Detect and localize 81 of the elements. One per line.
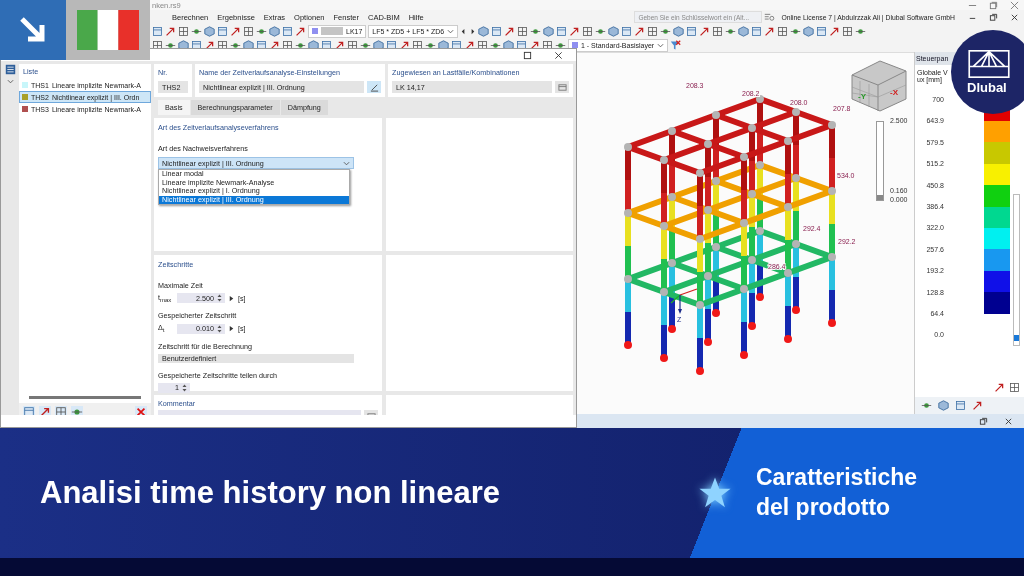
cube-face-label: -Y: [858, 92, 866, 101]
next-icon[interactable]: [469, 27, 477, 35]
spin-arrows-icon[interactable]: [217, 324, 222, 333]
chevron-down-icon: [6, 78, 14, 85]
filter-icon[interactable]: [670, 39, 682, 51]
window-icon[interactable]: [491, 25, 503, 37]
play-icon[interactable]: [228, 325, 235, 333]
window-icon[interactable]: [217, 25, 228, 37]
star-icon: [698, 476, 732, 510]
grid-icon[interactable]: [712, 25, 724, 37]
grid-icon[interactable]: [1009, 382, 1020, 393]
scrollbar[interactable]: [1013, 193, 1020, 346]
close-icon[interactable]: [554, 50, 563, 60]
grid-icon[interactable]: [178, 25, 189, 37]
list-icon[interactable]: [4, 64, 16, 75]
banner-title: Analisi time history non lineare: [40, 475, 500, 511]
arrow-icon[interactable]: [634, 25, 646, 37]
grid-icon[interactable]: [152, 39, 163, 51]
arrow-icon[interactable]: [699, 25, 711, 37]
grid-icon[interactable]: [477, 39, 488, 51]
arrow-icon[interactable]: [230, 25, 241, 37]
edit-button[interactable]: [367, 81, 381, 93]
spin-arrows-icon[interactable]: [182, 383, 187, 392]
grid-icon[interactable]: [282, 39, 293, 51]
view-cube-drawing[interactable]: [851, 60, 907, 112]
cube-icon[interactable]: [269, 25, 280, 37]
cube-icon[interactable]: [803, 25, 815, 37]
grid-icon[interactable]: [217, 39, 228, 51]
arrow-icon: [18, 15, 48, 45]
banner-tag: Caratteristiche del prodotto: [756, 463, 956, 523]
close-icon[interactable]: [1010, 12, 1019, 22]
logo-text: Dlubal: [967, 79, 1007, 95]
grid-icon[interactable]: [243, 25, 254, 37]
window-icon[interactable]: [282, 25, 293, 37]
cube-icon[interactable]: [543, 25, 555, 37]
restore-icon[interactable]: [989, 12, 998, 22]
window-icon[interactable]: [686, 25, 698, 37]
grid-icon[interactable]: [582, 25, 594, 37]
chevron-down-icon: [343, 159, 350, 167]
chevron-down-icon: [657, 41, 665, 49]
window-icon[interactable]: [152, 25, 163, 37]
time-slider[interactable]: [876, 121, 884, 201]
restore-icon[interactable]: [979, 416, 988, 426]
cube-icon[interactable]: [673, 25, 685, 37]
maximize-icon[interactable]: [523, 50, 532, 60]
flag-icon: [77, 10, 139, 50]
chevron-down-icon: [447, 27, 455, 35]
grid-icon[interactable]: [347, 39, 358, 51]
spin-arrows-icon[interactable]: [217, 294, 222, 303]
arrow-icon[interactable]: [295, 25, 306, 37]
axis-drawing: [670, 288, 698, 314]
window-icon[interactable]: [751, 25, 763, 37]
table-button[interactable]: [555, 81, 569, 93]
window-icon[interactable]: [955, 400, 966, 411]
arrow-icon[interactable]: [829, 25, 841, 37]
node-icon[interactable]: [921, 400, 932, 411]
window-icon[interactable]: [816, 25, 828, 37]
grid-icon[interactable]: [842, 25, 854, 37]
grid-icon[interactable]: [517, 25, 529, 37]
restore-icon[interactable]: [989, 0, 998, 10]
grid-icon[interactable]: [647, 25, 659, 37]
window-icon[interactable]: [556, 25, 568, 37]
cube-face-label: -X: [890, 88, 898, 97]
arrow-icon[interactable]: [569, 25, 581, 37]
bridge-icon: [967, 49, 1011, 78]
arrow-icon[interactable]: [764, 25, 776, 37]
scrollbar[interactable]: [29, 396, 141, 399]
grid-icon[interactable]: [777, 25, 789, 37]
arrow-icon[interactable]: [165, 25, 176, 37]
arrow-icon[interactable]: [994, 382, 1005, 393]
arrow-icon[interactable]: [972, 400, 983, 411]
cube-icon[interactable]: [204, 25, 215, 37]
grid-icon[interactable]: [542, 39, 553, 51]
grid-icon[interactable]: [412, 39, 423, 51]
play-icon[interactable]: [228, 294, 235, 302]
cube-icon[interactable]: [738, 25, 750, 37]
list-search-icon[interactable]: [764, 11, 776, 23]
close-icon[interactable]: [1004, 416, 1013, 426]
cube-icon[interactable]: [938, 400, 949, 411]
window-icon[interactable]: [621, 25, 633, 37]
arrow-icon[interactable]: [504, 25, 516, 37]
